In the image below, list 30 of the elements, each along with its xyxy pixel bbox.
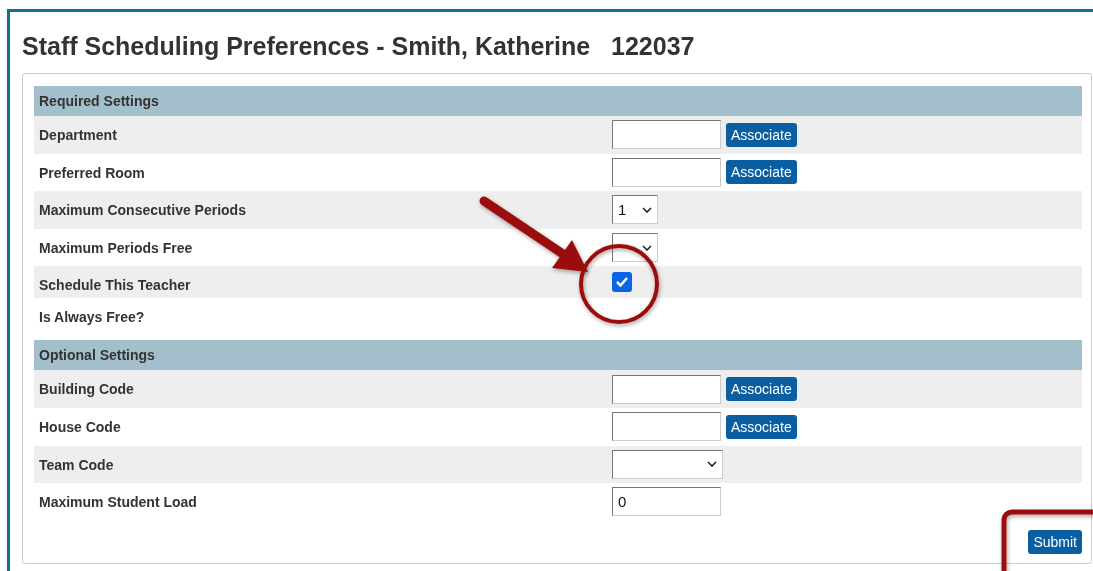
submit-button[interactable]: Submit <box>1028 529 1082 554</box>
field-label: Maximum Periods Free <box>39 239 193 256</box>
field-label: Building Code <box>39 381 134 398</box>
checkmark-icon <box>615 276 629 289</box>
field-label: Schedule This Teacher <box>39 277 191 294</box>
field-label: Team Code <box>39 456 114 473</box>
input-field[interactable] <box>612 120 721 150</box>
associate-button[interactable]: Associate <box>726 377 797 402</box>
chevron-icon <box>642 207 652 213</box>
input-field[interactable] <box>612 374 721 404</box>
chevron-icon <box>707 461 717 468</box>
chevron-icon <box>642 244 652 251</box>
page-title: Staff Scheduling Preferences - Smith, Katherine 122037 <box>22 31 696 61</box>
field-label: Preferred Room <box>39 164 145 181</box>
field-label: House Code <box>39 418 121 435</box>
input-field[interactable]: 0 <box>612 487 721 517</box>
checkbox[interactable] <box>612 272 632 293</box>
section-header: Optional Settings <box>34 340 1082 371</box>
dropdown[interactable] <box>612 449 723 479</box>
field-label: Department <box>39 127 117 143</box>
field-label: Maximum Consecutive Periods <box>39 202 246 219</box>
associate-button[interactable]: Associate <box>726 414 797 439</box>
field-label: Is Always Free? <box>39 309 145 326</box>
dropdown[interactable]: 1 <box>612 195 658 225</box>
input-field[interactable] <box>612 412 721 442</box>
input-field[interactable] <box>612 157 721 187</box>
section-header: Required Settings <box>34 86 1082 116</box>
associate-button[interactable]: Associate <box>726 160 797 185</box>
associate-button[interactable]: Associate <box>726 122 797 147</box>
field-label: Maximum Student Load <box>39 494 197 511</box>
